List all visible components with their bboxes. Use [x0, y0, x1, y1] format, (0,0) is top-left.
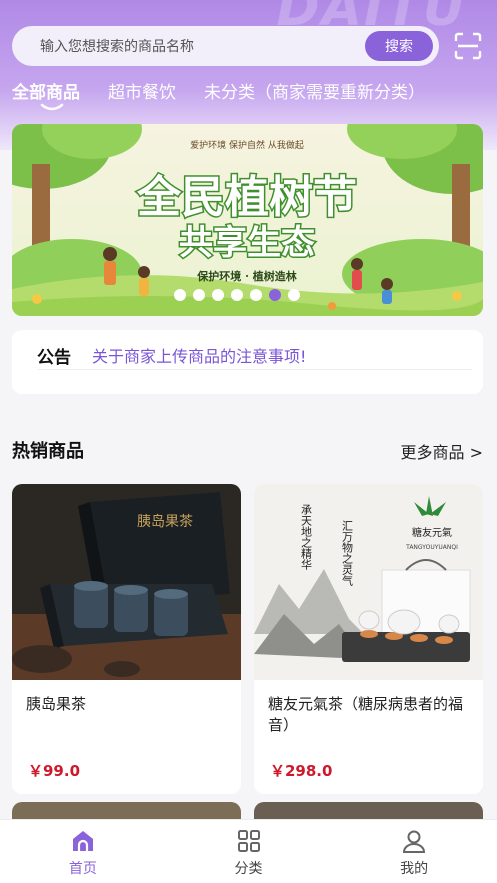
grid-icon [237, 830, 260, 852]
nav-category[interactable]: 分类 [166, 820, 332, 883]
more-products-link[interactable]: 更多商品 > [401, 439, 484, 463]
banner-subheadline: 共享生态 [179, 223, 315, 263]
product-name: 胰岛果茶 [26, 695, 87, 713]
tab-uncategorized[interactable]: 未分类（商家需要重新分类） [204, 78, 425, 103]
search-input[interactable]: 输入您想搜索的商品名称 [40, 36, 365, 56]
banner-headline: 全民植树节 [136, 172, 357, 223]
product-image-poem-2: 汇万物之灵气 [341, 520, 354, 586]
nav-profile-label: 我的 [400, 861, 429, 877]
product-image-label: 胰岛果茶 [137, 514, 193, 530]
product-image: 胰岛果茶 [12, 484, 241, 680]
product-price: ￥298.0 [270, 762, 333, 780]
announcement-divider [38, 369, 472, 370]
nav-profile[interactable]: 我的 [331, 820, 497, 883]
banner-pagination [174, 289, 300, 301]
product-card[interactable]: 承天地之精华 汇万物之灵气 糖友元氣 TANGYOUYUANQI 糖友元氣茶（糖… [254, 484, 483, 794]
announcement-label: 公告 [37, 348, 71, 368]
search-bar[interactable]: 输入您想搜索的商品名称 搜索 [12, 26, 439, 66]
home-icon [72, 831, 93, 851]
banner-illustration: 爱护环境 保护自然 从我做起 全民植树节 共享生态 保护环境 · 植树造林 [12, 124, 483, 316]
banner-small-header: 爱护环境 保护自然 从我做起 [190, 139, 304, 151]
tab-all-products[interactable]: 全部商品 [12, 78, 80, 103]
product-image-poem-1: 承天地之精华 [300, 504, 313, 570]
hot-products-title: 热销商品 [12, 441, 84, 462]
product-price: ￥99.0 [28, 762, 81, 780]
nav-category-label: 分类 [234, 861, 263, 877]
tab-supermarket-dining[interactable]: 超市餐饮 [108, 78, 176, 103]
product-image-brand: 糖友元氣 [412, 526, 452, 539]
product-name: 糖友元氣茶（糖尿病患者的福音） [268, 695, 464, 734]
announcement-bar[interactable]: 公告 关于商家上传商品的注意事项! [12, 330, 483, 394]
banner-slogan: 保护环境 · 植树造林 [196, 269, 297, 283]
banner-dot[interactable] [174, 289, 186, 301]
user-icon [403, 830, 426, 853]
banner-dot[interactable] [250, 289, 262, 301]
banner-dot[interactable] [231, 289, 243, 301]
product-card[interactable]: 胰岛果茶 胰岛果茶 ￥99.0 [12, 484, 241, 794]
banner-dot[interactable] [288, 289, 300, 301]
nav-home-label: 首页 [68, 861, 97, 877]
category-tabs: 全部商品 超市餐饮 未分类（商家需要重新分类） [12, 78, 453, 103]
bottom-navigation: 首页 分类 我的 [0, 819, 497, 883]
product-image-brand-en: TANGYOUYUANQI [405, 544, 458, 551]
banner-dot-active[interactable] [269, 289, 281, 301]
scan-icon[interactable] [454, 32, 482, 60]
banner-dot[interactable] [193, 289, 205, 301]
tab-active-indicator [40, 103, 64, 111]
announcement-text[interactable]: 关于商家上传商品的注意事项! [92, 343, 306, 367]
nav-home[interactable]: 首页 [0, 820, 166, 883]
banner-dot[interactable] [212, 289, 224, 301]
promo-banner[interactable]: 爱护环境 保护自然 从我做起 全民植树节 共享生态 保护环境 · 植树造林 [12, 124, 483, 316]
product-image: 承天地之精华 汇万物之灵气 糖友元氣 TANGYOUYUANQI [254, 484, 483, 680]
search-button[interactable]: 搜索 [365, 31, 433, 61]
